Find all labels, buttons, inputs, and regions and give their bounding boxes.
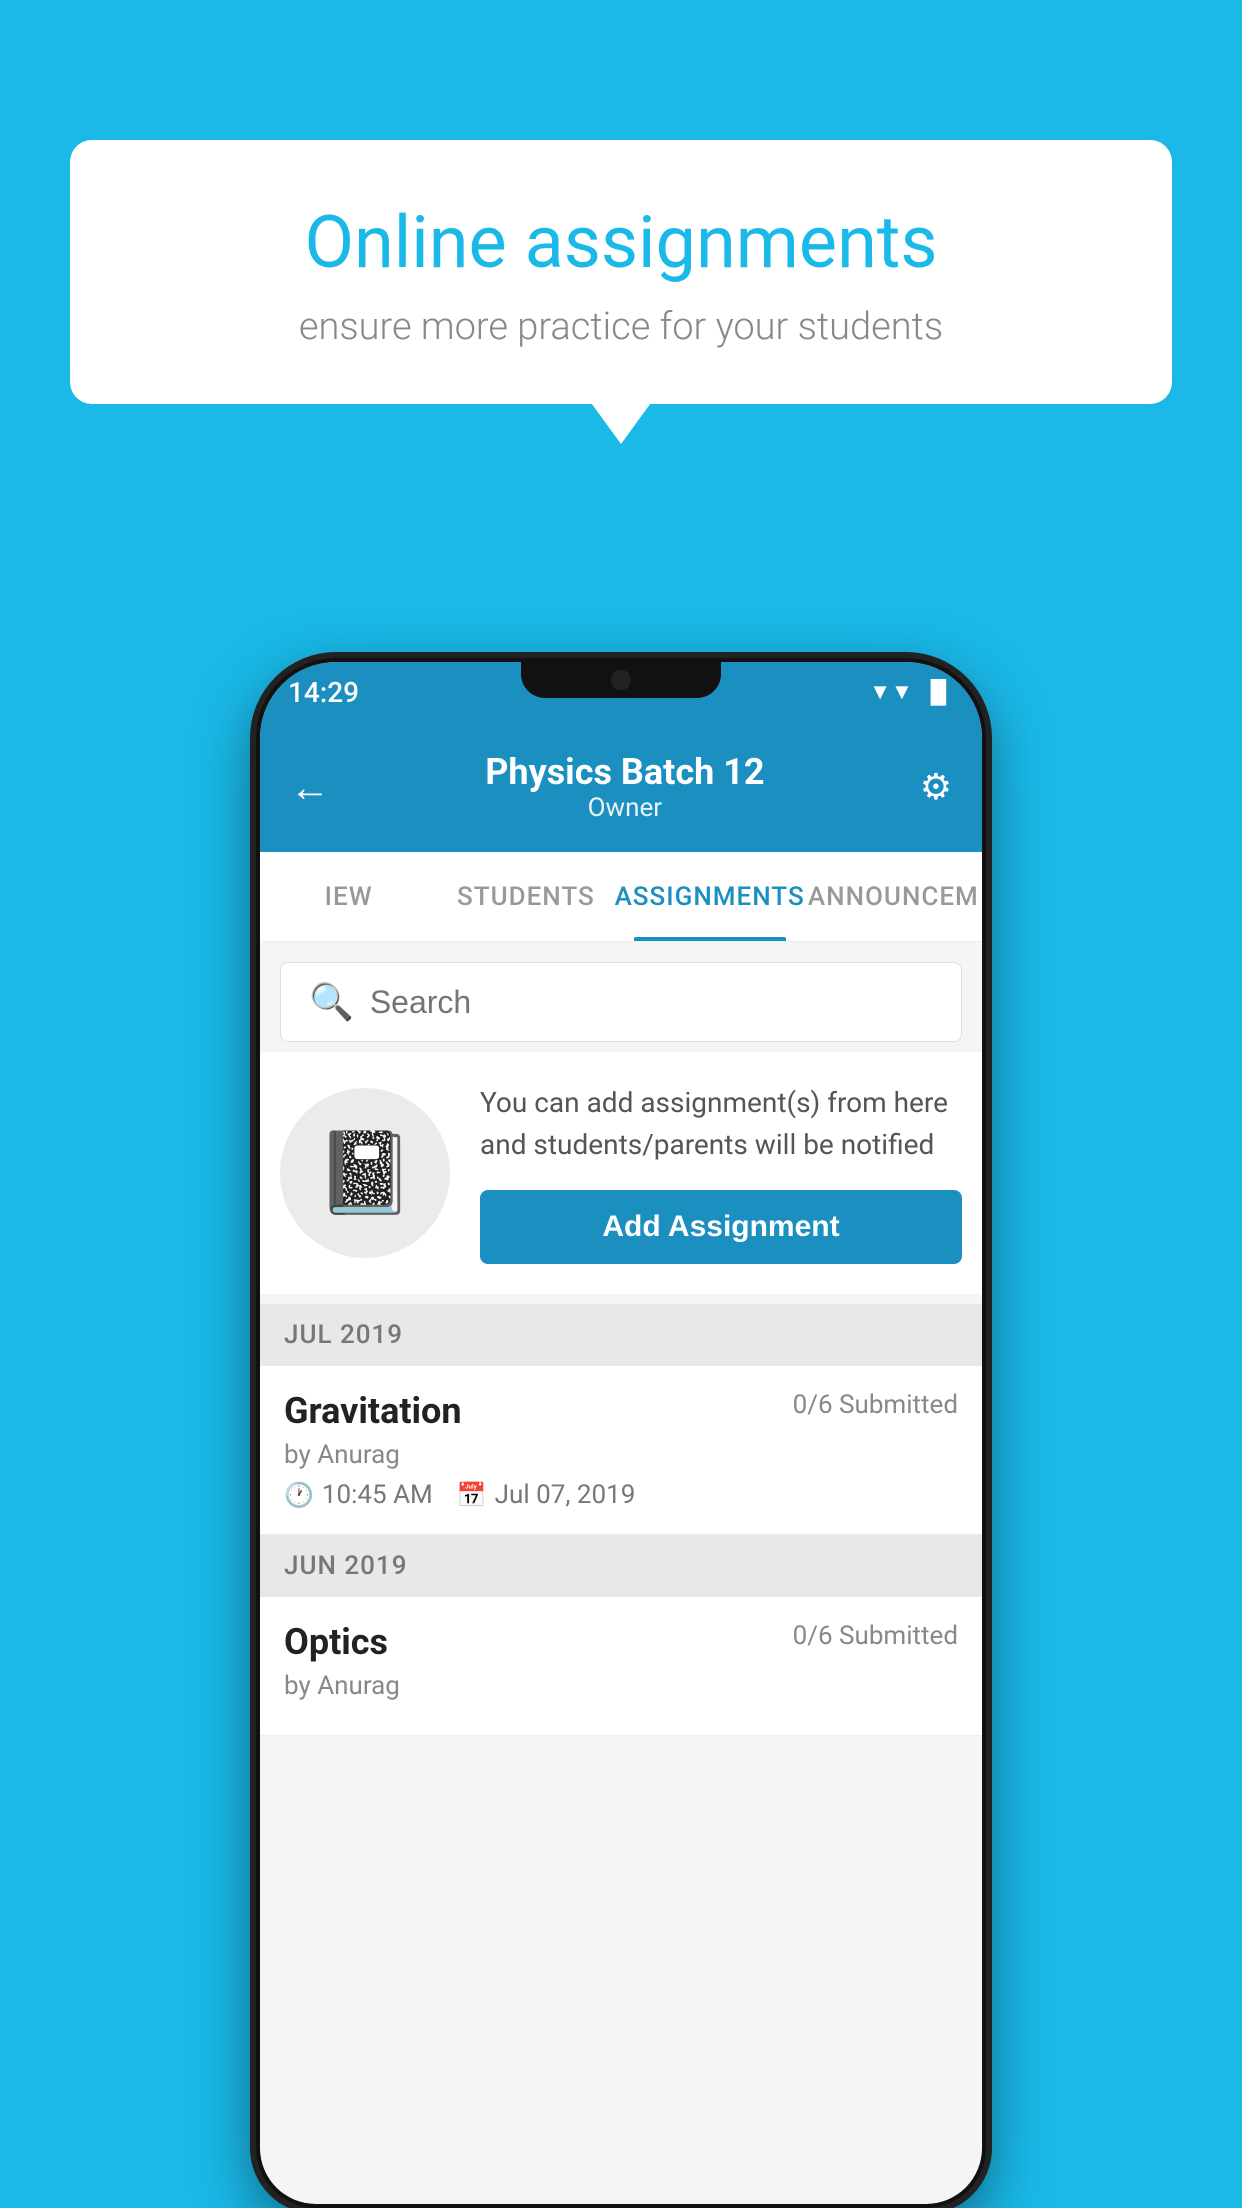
- phone-camera: [611, 670, 631, 690]
- notebook-icon: 📓: [315, 1126, 415, 1220]
- assignment-info: You can add assignment(s) from here and …: [480, 1082, 962, 1264]
- assignment-time-value: 10:45 AM: [322, 1480, 433, 1510]
- assignment-by-gravitation: by Anurag: [284, 1440, 958, 1470]
- assignment-time: 🕐 10:45 AM: [284, 1480, 433, 1510]
- month-separator-jun: JUN 2019: [260, 1535, 982, 1597]
- assignment-name-optics: Optics: [284, 1621, 388, 1663]
- assignment-item-gravitation[interactable]: Gravitation 0/6 Submitted by Anurag 🕐 10…: [260, 1366, 982, 1535]
- search-icon: 🔍: [309, 981, 354, 1023]
- add-assignment-button[interactable]: Add Assignment: [480, 1190, 962, 1264]
- status-icons: ▼▼ ▐▌: [869, 679, 954, 705]
- assignment-row1-optics: Optics 0/6 Submitted: [284, 1621, 958, 1663]
- speech-bubble-container: Online assignments ensure more practice …: [70, 140, 1172, 404]
- assignment-name-gravitation: Gravitation: [284, 1390, 462, 1432]
- tab-assignments[interactable]: ASSIGNMENTS: [615, 852, 805, 941]
- assignment-time-row: 🕐 10:45 AM 📅 Jul 07, 2019: [284, 1480, 958, 1510]
- search-input[interactable]: [370, 984, 933, 1021]
- tab-announcements[interactable]: ANNOUNCEM: [805, 852, 982, 941]
- phone-screen: 14:29 ▼▼ ▐▌ ← Physics Batch 12 Owner ⚙ I…: [260, 662, 982, 2204]
- settings-icon[interactable]: ⚙: [920, 766, 952, 808]
- tab-iew[interactable]: IEW: [260, 852, 437, 941]
- wifi-icon: ▼▼: [869, 679, 913, 705]
- assignment-item-optics[interactable]: Optics 0/6 Submitted by Anurag: [260, 1597, 982, 1736]
- back-button[interactable]: ←: [290, 764, 330, 811]
- assignment-row1: Gravitation 0/6 Submitted: [284, 1390, 958, 1432]
- assignment-submitted-gravitation: 0/6 Submitted: [793, 1390, 958, 1420]
- battery-icon: ▐▌: [923, 679, 954, 705]
- header-center: Physics Batch 12 Owner: [485, 751, 764, 823]
- assignment-submitted-optics: 0/6 Submitted: [793, 1621, 958, 1651]
- add-assignment-section: 📓 You can add assignment(s) from here an…: [260, 1052, 982, 1294]
- tab-students[interactable]: STUDENTS: [437, 852, 614, 941]
- assignment-by-optics: by Anurag: [284, 1671, 958, 1701]
- assignment-info-text: You can add assignment(s) from here and …: [480, 1082, 962, 1166]
- month-separator-jul: JUL 2019: [260, 1304, 982, 1366]
- speech-bubble-title: Online assignments: [140, 200, 1102, 285]
- clock-icon: 🕐: [284, 1481, 314, 1509]
- status-time: 14:29: [288, 676, 359, 709]
- phone-frame: 14:29 ▼▼ ▐▌ ← Physics Batch 12 Owner ⚙ I…: [256, 658, 986, 2208]
- speech-bubble-subtitle: ensure more practice for your students: [140, 305, 1102, 349]
- assignment-date: 📅 Jul 07, 2019: [457, 1480, 636, 1510]
- calendar-icon: 📅: [457, 1481, 487, 1509]
- header-title: Physics Batch 12: [485, 751, 764, 793]
- tab-bar: IEW STUDENTS ASSIGNMENTS ANNOUNCEM: [260, 852, 982, 942]
- assignment-date-value: Jul 07, 2019: [495, 1480, 636, 1510]
- speech-bubble: Online assignments ensure more practice …: [70, 140, 1172, 404]
- assignment-icon-circle: 📓: [280, 1088, 450, 1258]
- app-header: ← Physics Batch 12 Owner ⚙: [260, 722, 982, 852]
- search-bar[interactable]: 🔍: [280, 962, 962, 1042]
- header-subtitle: Owner: [485, 793, 764, 823]
